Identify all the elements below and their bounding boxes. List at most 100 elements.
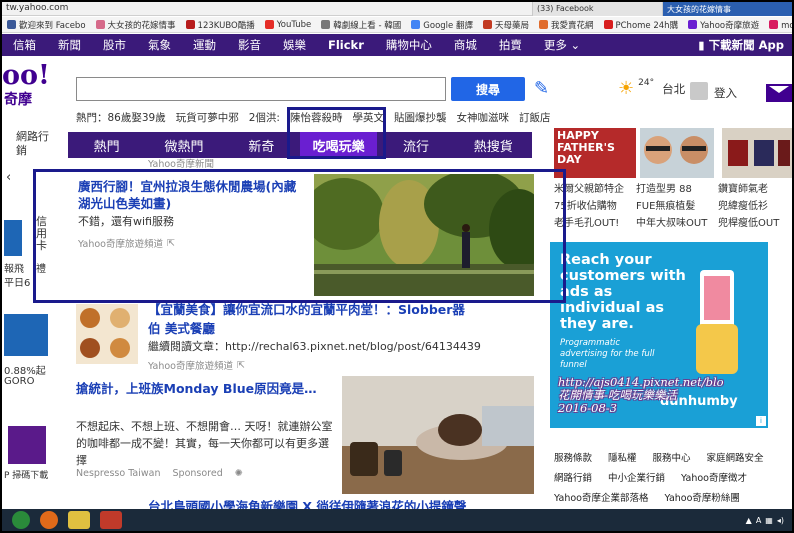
promo-link[interactable]: FUE無痕植髮 xyxy=(636,197,718,212)
article3-image[interactable] xyxy=(342,376,534,494)
trending-item[interactable]: 貼圖爆抄襲 xyxy=(394,110,447,125)
goro-text[interactable]: GORO xyxy=(4,376,34,387)
article2-desc: 繼續閱讀文章：http://rechal63.pixnet.net/blog/p… xyxy=(148,340,481,353)
tab-blog[interactable]: 大女孩的花嫁情事 xyxy=(662,2,792,16)
sponsor-name[interactable]: Nespresso Taiwan xyxy=(76,468,161,479)
tab-hot[interactable]: 熱門 xyxy=(68,132,145,158)
fathers-day-promo-image[interactable]: HAPPY FATHER'S DAY xyxy=(554,128,636,178)
bookmark-item[interactable]: 123KUBO酷播 xyxy=(181,19,260,31)
address-bar[interactable]: tw.yahoo.com (33) Facebook 大女孩的花嫁情事 xyxy=(2,2,792,16)
weather-widget[interactable]: ☀ 24° 台北 xyxy=(618,78,685,98)
left-lower-text[interactable]: 報飛 xyxy=(4,260,24,275)
tray-up-icon[interactable]: ▲ xyxy=(746,516,752,525)
footer-link[interactable]: Yahoo奇摩企業部落格 xyxy=(554,490,648,504)
nav-entertainment[interactable]: 娛樂 xyxy=(272,37,317,53)
trending-item[interactable]: 玩貨可夢中邪 xyxy=(176,110,239,125)
footer-link[interactable]: Yahoo奇摩徵才 xyxy=(681,470,747,484)
search-button[interactable]: 搜尋 xyxy=(451,77,525,101)
chevron-left-icon[interactable]: ‹ xyxy=(6,170,11,185)
tab-facebook[interactable]: (33) Facebook xyxy=(532,2,662,16)
volume-icon[interactable]: ◂) xyxy=(777,516,784,525)
nav-mail[interactable]: 信箱 xyxy=(2,37,47,53)
qr-code-icon[interactable] xyxy=(8,426,46,464)
tab-slightly-hot[interactable]: 微熱門 xyxy=(145,132,222,158)
nav-stocks[interactable]: 股市 xyxy=(92,37,137,53)
top-nav: 信箱 新聞 股市 氣象 運動 影音 娛樂 Flickr 購物中心 商城 拍賣 更… xyxy=(2,34,792,56)
login-link[interactable]: 登入 xyxy=(714,85,737,101)
trending-item[interactable]: 訂飯店 xyxy=(519,110,551,125)
promo-link[interactable]: 兜桿瘦低OUT xyxy=(718,214,792,229)
promo-row[interactable]: 老手毛孔OUT! 中年大叔味OUT 兜桿瘦低OUT xyxy=(554,214,792,229)
nav-news[interactable]: 新聞 xyxy=(47,37,92,53)
firefox-icon[interactable] xyxy=(40,511,58,529)
bookmark-item[interactable]: YouTube xyxy=(260,20,317,30)
underwear-promo-image[interactable] xyxy=(722,128,792,178)
footer-link[interactable]: 中小企業行銷 xyxy=(608,470,665,484)
phone-ad-image[interactable] xyxy=(4,314,48,356)
nav-weather[interactable]: 氣象 xyxy=(137,37,182,53)
food-image[interactable] xyxy=(76,304,138,364)
nav-sports[interactable]: 運動 xyxy=(182,37,227,53)
bookmark-item[interactable]: PChome 24h購 xyxy=(599,19,684,31)
chrome-icon[interactable] xyxy=(12,511,30,529)
user-icon[interactable] xyxy=(690,82,708,100)
trending-item[interactable]: 女神咖滋咪 xyxy=(456,110,509,125)
tab-fashion[interactable]: 流行 xyxy=(377,132,454,158)
nav-mall[interactable]: 商城 xyxy=(443,37,488,53)
promo-link[interactable]: 老手毛孔OUT! xyxy=(554,214,636,229)
article2-title[interactable]: 【宜蘭美食】讓你宜流口水的宜蘭平肉堂！：Slobber器 xyxy=(148,302,532,318)
search-input[interactable] xyxy=(76,77,446,101)
bookmark-item[interactable]: 天母藥局 xyxy=(478,19,534,31)
yahoo-logo[interactable]: oo! xyxy=(2,62,50,89)
nav-shopping[interactable]: 購物中心 xyxy=(375,37,443,53)
footer-link[interactable]: 服務中心 xyxy=(653,450,691,464)
promo-row[interactable]: 米爾父親節特企 打造型男 88 鑽寶師氣老 xyxy=(554,180,792,195)
address-text[interactable]: tw.yahoo.com xyxy=(6,3,68,13)
network-icon[interactable]: ▦ xyxy=(765,516,773,525)
bookmark-item[interactable]: 我愛賣花網 xyxy=(534,19,599,31)
footer-link[interactable]: Yahoo奇摩粉絲團 xyxy=(664,490,739,504)
qr-download-text[interactable]: P 掃碼下載 xyxy=(4,468,48,481)
nav-flickr[interactable]: Flickr xyxy=(317,38,375,52)
bookmark-item[interactable]: Google 翻譯 xyxy=(406,19,478,31)
trending-item[interactable]: 2個洪: xyxy=(249,110,280,125)
article2-source-label[interactable]: Yahoo奇摩旅遊頻道 xyxy=(148,358,233,372)
app-download-link[interactable]: ▮ 下載新聞 App xyxy=(698,37,792,53)
bookmark-item[interactable]: 韓劇線上看 - 韓國 xyxy=(316,19,406,31)
bookmark-item[interactable]: Yahoo奇摩旅遊 xyxy=(683,19,764,31)
mail-icon[interactable] xyxy=(766,84,792,102)
promo-link[interactable]: 中年大叔味OUT xyxy=(636,214,718,229)
bookmark-item[interactable]: 大女孩的花嫁情事 xyxy=(91,19,181,31)
promo-row[interactable]: 75折收佔購物 FUE無痕植髮 兜緯瘦低衫 xyxy=(554,197,792,212)
promo-link[interactable]: 兜緯瘦低衫 xyxy=(718,197,792,212)
article3-title[interactable]: 搶統計，上班族Monday Blue原因竟是… xyxy=(76,380,326,397)
percent-text[interactable]: 0.88%起 xyxy=(4,362,46,377)
article2-title-line2[interactable]: 伯 美式餐廳 xyxy=(148,318,215,337)
share-icon[interactable]: ⇱ xyxy=(237,360,245,371)
app-icon[interactable] xyxy=(100,511,122,529)
bookmark-item[interactable]: momo購物網 - xyxy=(764,19,792,31)
nav-more[interactable]: 更多 ⌄ xyxy=(533,37,591,53)
ime-icon[interactable]: A xyxy=(756,516,761,525)
nav-video[interactable]: 影音 xyxy=(227,37,272,53)
trending-label[interactable]: 熱門：86歲娶39歲 xyxy=(76,110,166,125)
left-line[interactable]: 銷 xyxy=(16,142,27,158)
man-promo-image[interactable] xyxy=(640,128,714,178)
footer-link[interactable]: 網路行銷 xyxy=(554,470,592,484)
footer-link[interactable]: 家庭網路安全 xyxy=(707,450,764,464)
promo-link[interactable]: 75折收佔購物 xyxy=(554,197,636,212)
footer-link[interactable]: 隱私權 xyxy=(608,450,637,464)
nav-auction[interactable]: 拍賣 xyxy=(488,37,533,53)
left-lower-text[interactable]: 平日6 xyxy=(4,274,30,289)
folder-icon[interactable] xyxy=(68,511,90,529)
bookmark-item[interactable]: 歡迎來到 Facebo xyxy=(2,19,91,31)
ad-info-icon[interactable]: i xyxy=(756,416,766,426)
settings-icon[interactable]: ✺ xyxy=(235,468,243,479)
card-ad-image[interactable] xyxy=(4,220,22,256)
promo-link[interactable]: 米爾父親節特企 xyxy=(554,180,636,195)
promo-link[interactable]: 鑽寶師氣老 xyxy=(718,180,792,195)
pen-icon[interactable]: ✎ xyxy=(534,78,549,99)
tab-hot-search[interactable]: 熱搜貨 xyxy=(455,132,532,158)
footer-link[interactable]: 服務條款 xyxy=(554,450,592,464)
promo-link[interactable]: 打造型男 88 xyxy=(636,180,718,195)
